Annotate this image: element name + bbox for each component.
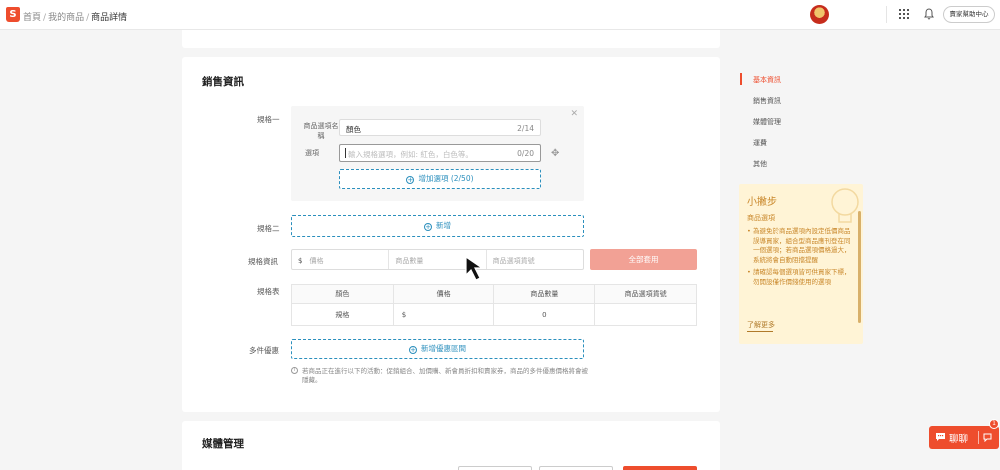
add-wholesale-tier-button[interactable]: + 新增優惠區間 — [291, 339, 584, 359]
option-name-input[interactable]: 顏色 2/14 — [339, 119, 541, 136]
tips-title: 小撇步 — [747, 197, 777, 208]
option-name-label: 商品選項名稱 — [303, 122, 339, 140]
spec-table: 顏色 價格 商品數量 商品選項貨號 規格 $ 0 — [291, 283, 697, 326]
sku-input[interactable]: 商品選項貨號 — [487, 250, 583, 269]
tip-item: 請確認每個選項皆可供買家下標，勿開設僅作價錢使用的選項 — [747, 268, 855, 287]
color-cell: 規格 — [291, 303, 394, 326]
apply-all-button[interactable]: 全部套用 — [590, 249, 697, 270]
variation1-label: 規格一 — [257, 115, 280, 124]
mouse-pointer-icon — [465, 255, 484, 281]
footer-button[interactable] — [539, 466, 613, 470]
lightbulb-icon — [831, 188, 859, 223]
spec-table-label: 規格表 — [257, 287, 280, 296]
text-caret — [345, 148, 346, 158]
info-icon: i — [291, 367, 298, 374]
add-option-button[interactable]: + 增加選項 (2/50) — [339, 169, 541, 189]
breadcrumb-my-products[interactable]: 我的商品 — [48, 13, 84, 23]
quantity-cell[interactable]: 0 — [493, 303, 596, 326]
breadcrumb: 首頁 / 我的商品 / 商品詳情 — [23, 13, 128, 23]
wholesale-note: i 若商品正在進行以下的活動：促銷組合、加價購、新會員折扣和賣家券，商品的多件優… — [291, 367, 591, 385]
option-label: 選項 — [305, 149, 319, 157]
breadcrumb-home[interactable]: 首頁 — [23, 13, 41, 23]
close-icon[interactable]: ✕ — [570, 109, 578, 119]
nav-item-media[interactable]: 媒體管理 — [740, 117, 840, 127]
sku-placeholder: 商品選項貨號 — [492, 257, 535, 265]
nav-item-shipping[interactable]: 運費 — [740, 138, 840, 148]
add-option-label: 增加選項 (2/50) — [418, 174, 474, 183]
chat-bubble-icon — [936, 433, 945, 441]
option-input[interactable]: 輸入規格選項，例如: 紅色，白色等。 0/20 — [339, 144, 541, 162]
add-variation2-button[interactable]: + 新增 — [291, 215, 584, 237]
add-circle-icon: + — [424, 223, 432, 231]
tip-item: 為避免於商品選項內設定低價商品誤導買家，組合型商品應刊登在同一個選項；若商品選項… — [747, 227, 855, 265]
column-header: 商品數量 — [493, 283, 596, 305]
nav-item-sales-info[interactable]: 銷售資訊 — [740, 96, 840, 106]
spec-table-header: 顏色 價格 商品數量 商品選項貨號 — [291, 283, 697, 305]
nav-item-others[interactable]: 其他 — [740, 159, 840, 169]
variation1-panel: ✕ 商品選項名稱 顏色 2/14 選項 輸入規格選項，例如: 紅色，白色等。 0… — [291, 106, 584, 201]
spec-info-label: 規格資訊 — [248, 257, 278, 266]
quantity-placeholder: 商品數量 — [395, 257, 424, 265]
chat-button[interactable]: 聊聊 1 — [929, 419, 999, 449]
column-header: 顏色 — [291, 283, 394, 305]
breadcrumb-current: 商品詳情 — [91, 13, 128, 23]
column-header: 價格 — [392, 283, 495, 305]
header-divider — [886, 6, 887, 23]
drag-handle-icon[interactable]: ✥ — [551, 148, 559, 159]
option-input-counter: 0/20 — [517, 149, 534, 158]
tips-scrollbar[interactable] — [858, 211, 861, 323]
section-title-media: 媒體管理 — [202, 438, 244, 450]
footer-primary-button[interactable] — [623, 466, 697, 470]
apps-grid-icon[interactable] — [899, 9, 909, 19]
currency-symbol: $ — [298, 257, 303, 265]
shopee-logo[interactable]: S — [6, 7, 20, 22]
chat-badge: 1 — [989, 419, 999, 429]
tips-subtitle: 商品選項 — [747, 214, 775, 222]
media-card: 媒體管理 — [182, 421, 720, 470]
wholesale-note-text: 若商品正在進行以下的活動：促銷組合、加價購、新會員折扣和賣家券，商品的多件優惠價… — [302, 367, 588, 384]
tips-panel: 小撇步 商品選項 為避免於商品選項內設定低價商品誤導買家，組合型商品應刊登在同一… — [739, 184, 863, 344]
basic-info-card-end — [182, 30, 720, 48]
option-name-value: 顏色 — [346, 125, 361, 134]
option-name-counter: 2/14 — [517, 124, 534, 133]
collapse-chat-icon[interactable] — [983, 433, 992, 442]
variation2-label: 規格二 — [257, 224, 280, 233]
footer-button[interactable] — [458, 466, 532, 470]
avatar[interactable] — [810, 5, 829, 24]
sales-info-card: 銷售資訊 規格一 ✕ 商品選項名稱 顏色 2/14 選項 輸入規格選項，例如: … — [182, 57, 720, 412]
chat-label: 聊聊 — [949, 434, 969, 445]
column-header: 商品選項貨號 — [594, 283, 697, 305]
nav-item-basic-info[interactable]: 基本資訊 — [740, 73, 840, 85]
chat-divider — [978, 431, 979, 444]
add-circle-icon: + — [409, 346, 417, 354]
table-row: 規格 $ 0 — [291, 303, 697, 326]
price-input[interactable]: $ 價格 — [292, 250, 390, 269]
section-title-sales: 銷售資訊 — [202, 76, 244, 88]
add-variation2-label: 新增 — [436, 221, 451, 230]
wholesale-label: 多件優惠 — [249, 346, 279, 355]
spec-info-inputs: $ 價格 商品數量 商品選項貨號 — [291, 249, 584, 270]
seller-help-center-button[interactable]: 賣家幫助中心 — [943, 6, 995, 23]
price-placeholder: 價格 — [309, 257, 324, 265]
option-input-placeholder: 輸入規格選項，例如: 紅色，白色等。 — [348, 150, 473, 159]
bell-icon[interactable] — [924, 8, 934, 20]
sku-cell[interactable] — [594, 303, 697, 326]
tips-list: 為避免於商品選項內設定低價商品誤導買家，組合型商品應刊登在同一個選項；若商品選項… — [747, 227, 855, 290]
learn-more-link[interactable]: 了解更多 — [747, 320, 775, 332]
add-circle-icon: + — [406, 176, 415, 184]
add-wholesale-label: 新增優惠區間 — [421, 344, 466, 353]
top-bar: S 首頁 / 我的商品 / 商品詳情 賣家幫助中心 — [0, 0, 1000, 30]
price-cell[interactable]: $ — [392, 303, 495, 326]
